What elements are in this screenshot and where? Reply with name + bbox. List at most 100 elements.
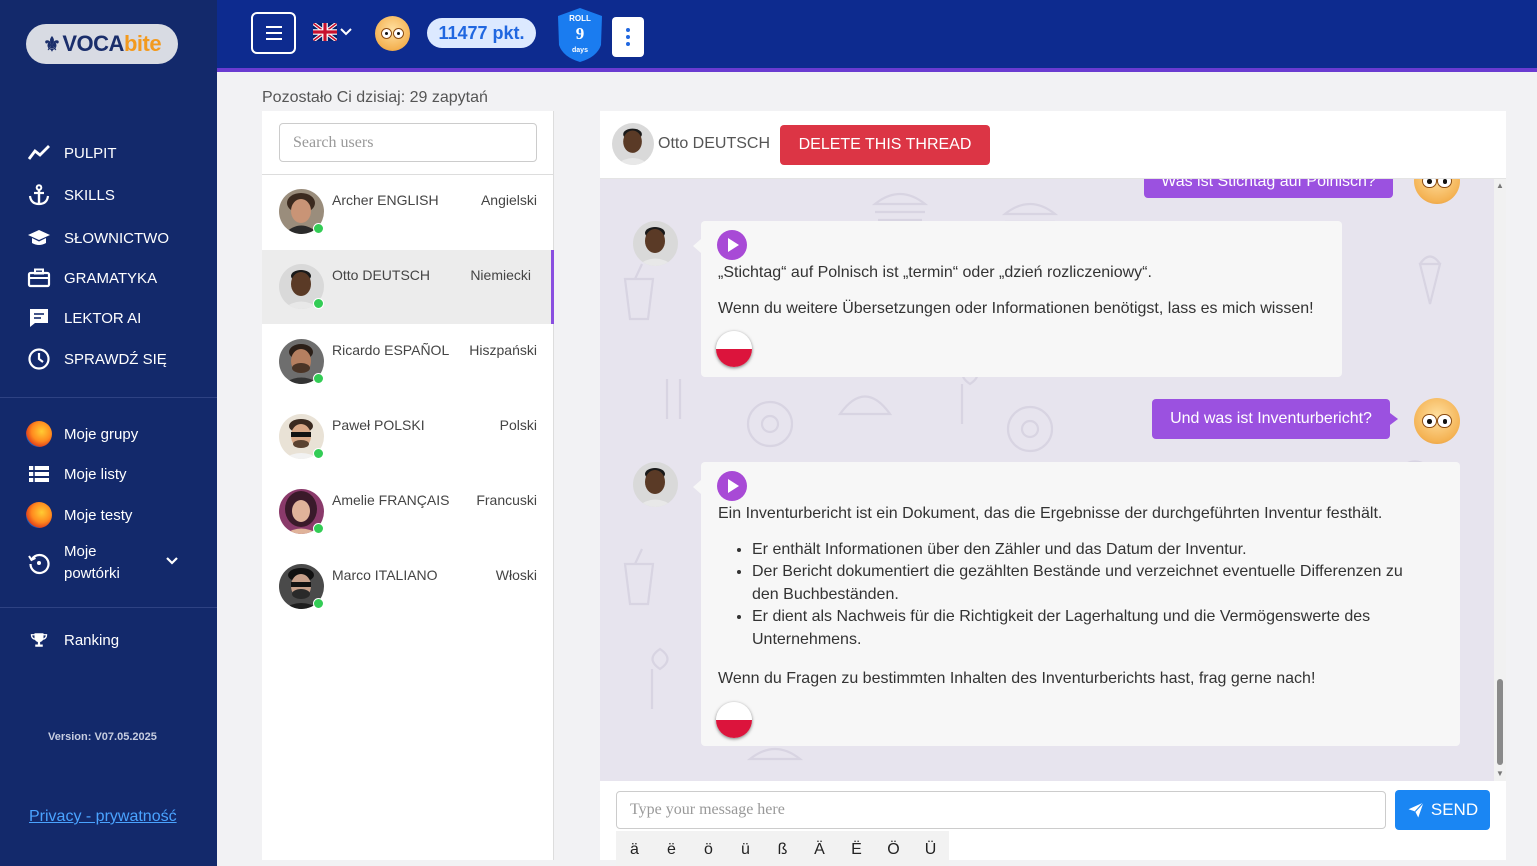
online-status-dot (313, 373, 324, 384)
user-language: Angielski (480, 192, 537, 208)
sidebar-item-moje-listy[interactable]: Moje listy (26, 461, 127, 487)
messages-area[interactable]: Was ist Stichtag auf Polnisch? „Stichtag… (600, 179, 1506, 781)
message-paragraph: Ein Inventurbericht ist ein Dokument, da… (718, 505, 1383, 522)
sidebar-item-slownictwo[interactable]: SŁOWNICTWO (26, 225, 169, 251)
chevron-down-icon[interactable] (165, 553, 179, 570)
message-paragraph: Wenn du weitere Übersetzungen oder Infor… (718, 300, 1314, 317)
chevron-down-icon[interactable] (340, 24, 352, 40)
sidebar-item-label-line2: powtórki (64, 564, 120, 582)
avatar (612, 123, 654, 165)
online-status-dot (313, 598, 324, 609)
roll-number: 9 (575, 24, 585, 43)
delete-thread-button[interactable]: DELETE THIS THREAD (780, 125, 990, 165)
play-audio-button[interactable] (717, 471, 747, 501)
scrollbar-thumb[interactable] (1497, 679, 1503, 765)
online-status-dot (313, 298, 324, 309)
more-options-button[interactable] (612, 17, 644, 57)
roll-label: ROLL (569, 14, 591, 23)
sidebar-item-label: Moje listy (64, 465, 127, 483)
chart-line-icon (26, 140, 52, 166)
char-button[interactable]: Ü (912, 831, 949, 866)
sidebar-item-moje-testy[interactable]: Moje testy (26, 502, 132, 528)
char-button[interactable]: Ë (838, 831, 875, 866)
list-item: Der Bericht dokumentiert die gezählten B… (752, 561, 1418, 606)
sidebar-item-label: Moje grupy (64, 425, 139, 443)
message-paragraph: Wenn du Fragen zu bestimmten Inhalten de… (718, 670, 1316, 687)
bot-message-bubble: Ein Inventurbericht ist ein Dokument, da… (693, 462, 1460, 746)
message-input[interactable] (616, 791, 1386, 829)
sidebar-item-label: GRAMATYKA (64, 269, 158, 287)
user-language: Francuski (476, 492, 537, 508)
paper-plane-icon (1408, 802, 1424, 818)
user-row-ricardo[interactable]: Ricardo ESPAÑOL Hiszpański (262, 325, 554, 399)
sidebar-item-label: Moje testy (64, 506, 133, 524)
users-panel: Archer ENGLISH Angielski Otto DEUTSCH Ni… (262, 111, 554, 860)
firefox-icon (26, 502, 52, 528)
user-row-otto[interactable]: Otto DEUTSCH Niemiecki (262, 250, 554, 324)
history-icon (26, 550, 52, 576)
messages-scrollbar[interactable]: ▲ ▼ (1494, 179, 1506, 781)
message-paragraph: „Stichtag“ auf Polnisch ist „termin“ ode… (718, 264, 1152, 281)
play-audio-button[interactable] (717, 230, 747, 260)
sidebar-divider (0, 607, 217, 608)
vocabite-logo[interactable]: ⚜ VOCA bite (26, 24, 178, 64)
scroll-up-arrow-icon[interactable]: ▲ (1496, 181, 1504, 190)
sidebar-item-moje-grupy[interactable]: Moje grupy (26, 421, 138, 447)
sidebar-item-sprawdz-sie[interactable]: SPRAWDŹ SIĘ (26, 346, 167, 372)
version-text: Version: V07.05.2025 (48, 731, 157, 743)
user-row-pawel[interactable]: Paweł POLSKI Polski (262, 400, 554, 474)
remaining-queries-text: Pozostało Ci dzisiaj: 29 zapytań (262, 89, 488, 106)
char-button[interactable]: Ä (801, 831, 838, 866)
sidebar: ⚜ VOCA bite PULPIT SKILLS SŁOWNICTWO GRAM… (0, 0, 217, 866)
sidebar-item-pulpit[interactable]: PULPIT (26, 140, 117, 166)
sidebar-item-label: Ranking (64, 631, 120, 649)
sidebar-item-skills[interactable]: SKILLS (26, 182, 115, 208)
chat-header: Otto DEUTSCH DELETE THIS THREAD (600, 111, 1506, 179)
sidebar-item-label: SŁOWNICTWO (64, 229, 169, 247)
list-item: Er enthält Informationen über den Zähler… (752, 539, 1418, 561)
sidebar-item-label-line1: Moje (64, 543, 97, 560)
sidebar-item-ranking[interactable]: Ranking (26, 627, 119, 653)
my-avatar (1414, 398, 1460, 444)
my-message-bubble: Was ist Stichtag auf Polnisch? (1144, 179, 1393, 198)
privacy-link[interactable]: Privacy - prywatność (29, 808, 177, 826)
user-language: Hiszpański (469, 342, 537, 358)
roll-days: days (572, 47, 588, 54)
list-icon (26, 461, 52, 487)
online-status-dot (313, 448, 324, 459)
user-name: Otto DEUTSCH (332, 267, 431, 283)
send-button[interactable]: SEND (1395, 790, 1490, 830)
sidebar-item-lektor-ai[interactable]: LEKTOR AI (26, 305, 141, 331)
char-button[interactable]: ß (764, 831, 801, 866)
poland-flag-translate-button[interactable] (716, 702, 752, 738)
char-button[interactable]: ä (616, 831, 653, 866)
bot-avatar (633, 462, 678, 507)
char-button[interactable]: Ö (875, 831, 912, 866)
sidebar-item-gramatyka[interactable]: GRAMATYKA (26, 265, 157, 291)
user-row-archer[interactable]: Archer ENGLISH Angielski (262, 175, 554, 249)
search-users-input[interactable] (279, 123, 537, 162)
user-language: Niemiecki (470, 267, 531, 283)
graduation-cap-icon (26, 225, 52, 251)
my-message-bubble: Und was ist Inventurbericht? (1152, 399, 1390, 439)
sidebar-item-label: SKILLS (64, 186, 115, 204)
char-button[interactable]: ü (727, 831, 764, 866)
uk-flag-icon[interactable] (313, 23, 337, 41)
logo-prefix: VOCA (62, 31, 124, 56)
bubble-tail (1390, 413, 1398, 425)
user-row-marco[interactable]: Marco ITALIANO Włoski (262, 550, 554, 624)
roll-streak-badge[interactable]: ROLL 9 days (557, 7, 603, 63)
scroll-down-arrow-icon[interactable]: ▼ (1496, 769, 1504, 778)
sidebar-item-label: LEKTOR AI (64, 309, 142, 327)
online-status-dot (313, 523, 324, 534)
char-button[interactable]: ö (690, 831, 727, 866)
fleur-icon: ⚜ (42, 33, 61, 56)
user-row-amelie[interactable]: Amelie FRANÇAIS Francuski (262, 475, 554, 549)
hamburger-menu-button[interactable] (251, 12, 296, 54)
char-button[interactable]: ë (653, 831, 690, 866)
poland-flag-translate-button[interactable] (716, 331, 752, 367)
sidebar-item-moje-powtorki[interactable]: Moje powtórki (26, 541, 191, 585)
user-avatar[interactable] (375, 16, 410, 51)
trophy-icon (26, 627, 52, 653)
bot-message-bubble: „Stichtag“ auf Polnisch ist „termin“ ode… (693, 221, 1342, 377)
